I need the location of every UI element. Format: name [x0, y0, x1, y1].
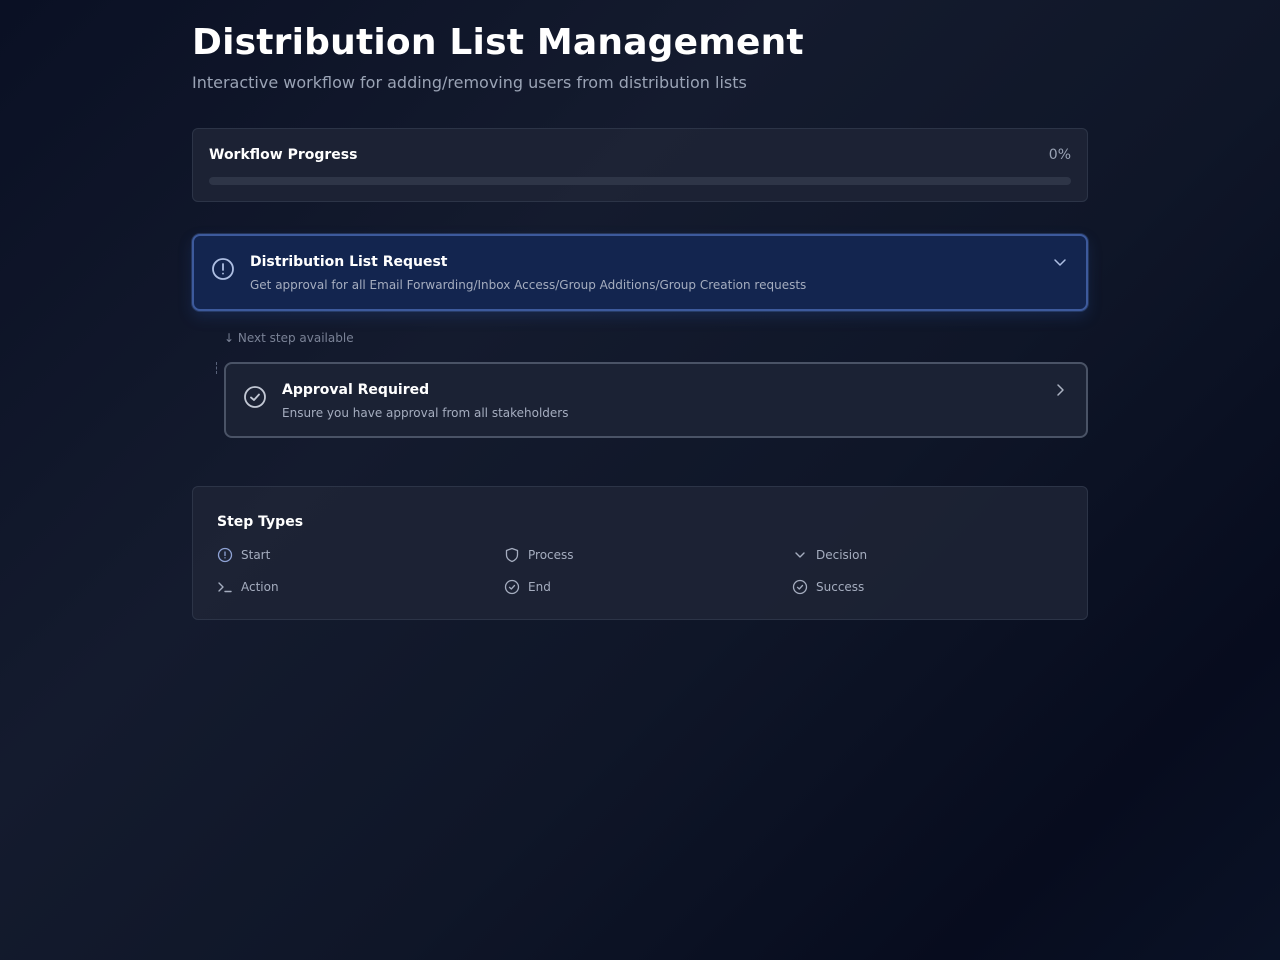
step-description: Get approval for all Email Forwarding/In…	[250, 278, 807, 292]
page-subtitle: Interactive workflow for adding/removing…	[192, 73, 747, 92]
step-card-distribution-list-request[interactable]: Distribution List Request Get approval f…	[192, 234, 1088, 311]
step-types-legend: Step Types Start Process Decision Action…	[192, 486, 1088, 620]
legend-item-action: Action	[217, 578, 279, 596]
legend-label: Success	[816, 580, 865, 594]
step-title: Approval Required	[282, 382, 430, 398]
next-step-hint: ↓ Next step available	[224, 331, 354, 345]
check-circle-icon	[792, 579, 808, 595]
check-circle-icon	[244, 386, 266, 408]
chevron-down-icon[interactable]	[1052, 254, 1068, 270]
legend-label: Action	[241, 580, 279, 594]
legend-title: Step Types	[217, 514, 304, 530]
workflow-progress-card: Workflow Progress 0%	[192, 128, 1088, 202]
page-title: Distribution List Management	[192, 22, 804, 63]
alert-circle-icon	[217, 547, 233, 563]
legend-label: End	[528, 580, 551, 594]
check-circle-icon	[504, 579, 520, 595]
legend-label: Process	[528, 548, 574, 562]
legend-label: Decision	[816, 548, 868, 562]
shield-icon	[505, 547, 519, 563]
legend-label: Start	[241, 548, 271, 562]
step-title: Distribution List Request	[250, 254, 448, 270]
step-description: Ensure you have approval from all stakeh…	[282, 406, 569, 420]
legend-item-end: End	[504, 578, 551, 596]
alert-circle-icon	[212, 258, 234, 280]
chevron-right-icon[interactable]	[1052, 382, 1068, 398]
chevron-down-icon	[795, 552, 805, 558]
progress-label: Workflow Progress	[209, 147, 358, 163]
legend-item-decision: Decision	[792, 546, 867, 564]
legend-item-start: Start	[217, 546, 270, 564]
legend-item-process: Process	[504, 546, 574, 564]
progress-bar	[209, 177, 1071, 185]
step-connector	[216, 362, 217, 374]
legend-item-success: Success	[792, 578, 864, 596]
progress-percentage: 0%	[1048, 147, 1071, 163]
step-card-approval-required[interactable]: Approval Required Ensure you have approv…	[224, 362, 1088, 438]
terminal-icon	[218, 582, 232, 593]
